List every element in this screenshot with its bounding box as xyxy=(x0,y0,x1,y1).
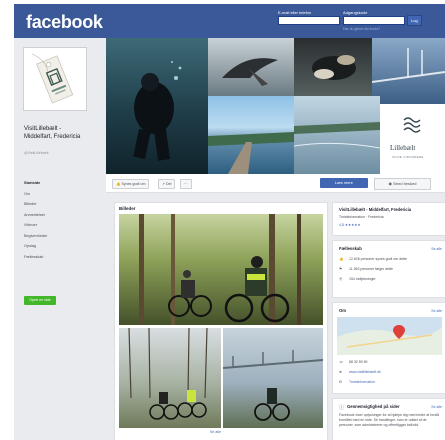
waves-logo-icon xyxy=(403,117,421,133)
nav-item[interactable]: Fællesskab xyxy=(24,252,86,263)
learn-more-button[interactable]: Læs mere xyxy=(320,178,368,188)
like-label: Synes godt om xyxy=(121,182,146,186)
cover-tile-bird xyxy=(208,38,294,96)
website-link[interactable]: www.visitlillebaelt.dk xyxy=(349,370,381,374)
top-bar: facebook E-mail eller telefon Adgangskod… xyxy=(14,4,445,38)
community-title: Fællesskab xyxy=(339,246,362,251)
page-name[interactable]: VisitLillebælt - Middelfart, Fredericia xyxy=(24,126,90,141)
page-category: Turistinformation · Fredericia xyxy=(339,215,384,219)
pier-image xyxy=(208,132,294,174)
nav-item[interactable]: Opslag xyxy=(24,241,86,252)
profile-picture[interactable] xyxy=(24,48,86,110)
follow-icon: ⚑ xyxy=(339,267,343,271)
nav-item[interactable]: Videoer xyxy=(24,220,86,231)
oysters-image xyxy=(312,55,356,80)
star-icon: ★★★★★ xyxy=(344,223,361,227)
page-handle: @VisitLillebaelt xyxy=(24,151,49,155)
community-card: Fællesskab Se alle 👍 12.626 personer syn… xyxy=(332,240,445,298)
cover-tile-diver xyxy=(106,38,208,174)
facebook-page: facebook E-mail eller telefon Adgangskod… xyxy=(14,4,445,440)
photos-card: Billeder Se alle xyxy=(114,202,328,440)
left-column: VisitLillebælt - Middelfart, Fredericia … xyxy=(14,38,94,440)
tag-logo-image xyxy=(26,50,84,108)
email-label: E-mail eller telefon xyxy=(278,10,312,15)
rating: 4,8 ★★★★★ xyxy=(339,223,361,227)
nav-item[interactable]: Startside xyxy=(24,178,86,189)
diver-image xyxy=(133,61,182,161)
page-info-title[interactable]: VisitLillebælt - Middelfart, Fredericia xyxy=(339,207,443,212)
cover-tile-sea xyxy=(294,96,380,174)
password-label: Adgangskode xyxy=(343,10,368,15)
nav-item[interactable]: Billeder xyxy=(24,199,86,210)
forgot-account-link[interactable]: Har du glemt din konto? xyxy=(343,27,380,31)
thumbs-up-icon: 👍 xyxy=(116,182,121,186)
page-action-bar: 👍 Synes godt om ↗ Del ··· Læs mere ◉ Sen… xyxy=(106,174,445,193)
transparency-text: Facebook viser oplysninger for at hjælpe… xyxy=(339,413,439,427)
brand-panel: Lillebælt VILDE VIDUNDERE xyxy=(380,104,445,174)
transparency-title: Gennemsigtighed på sider xyxy=(347,404,400,409)
facebook-logo[interactable]: facebook xyxy=(26,12,103,33)
cover-tile-oysters xyxy=(294,38,372,96)
cyclists-forest-image xyxy=(139,214,301,325)
map-preview[interactable] xyxy=(337,317,442,355)
map-image xyxy=(337,325,442,355)
photo-cyclists-road[interactable] xyxy=(119,328,221,428)
globe-icon: ⊕ xyxy=(339,370,342,374)
sea-image xyxy=(294,122,380,149)
checkin-icon: ⦿ xyxy=(339,277,343,281)
phone-number: 88 32 59 59 xyxy=(349,360,368,364)
phone-icon: ☏ xyxy=(339,360,344,364)
share-label: Del xyxy=(166,182,172,186)
bird-image xyxy=(222,58,278,86)
photo-cyclist-bridge[interactable] xyxy=(223,328,323,428)
send-message-button[interactable]: ◉ Send besked xyxy=(374,178,431,190)
nav-item[interactable]: Begivenheder xyxy=(24,231,86,242)
rating-value: 4,8 xyxy=(339,223,344,227)
checkins-count: 154 indtjekninger xyxy=(349,277,376,281)
login-button[interactable]: Log xyxy=(407,15,422,26)
tag-icon: ⊟ xyxy=(339,380,342,384)
cyclists-road-image xyxy=(128,328,208,420)
photo-cyclists-forest[interactable] xyxy=(119,214,323,325)
cover-tile-bridge xyxy=(372,38,445,104)
password-field[interactable] xyxy=(343,16,405,25)
nav-item[interactable]: Anmeldelser xyxy=(24,210,86,221)
transparency-see-all[interactable]: Se alle xyxy=(431,405,442,409)
likes-count: 12.626 personer synes godt om dette xyxy=(349,257,407,261)
share-icon: ↗ xyxy=(162,182,166,186)
send-label: Send besked xyxy=(393,181,417,186)
page-info-card: VisitLillebælt - Middelfart, Fredericia … xyxy=(332,202,445,236)
cyclist-bridge-image xyxy=(223,350,323,421)
like-button[interactable]: 👍 Synes godt om xyxy=(112,179,150,189)
transparency-card: ⓘ Gennemsigtighed på sider Se alle Faceb… xyxy=(332,398,445,440)
cover-tile-pier xyxy=(208,96,294,174)
about-title: Om xyxy=(339,308,346,313)
photos-title: Billeder xyxy=(119,206,136,211)
create-page-button[interactable]: Opret en side xyxy=(24,296,56,305)
thumbs-up-icon: 👍 xyxy=(339,257,344,261)
about-card: Om Se alle ☏ 88 32 59 59 ⊕ www.visitlill… xyxy=(332,302,445,394)
community-see-all[interactable]: Se alle xyxy=(431,247,442,251)
cover-photo[interactable]: Lillebælt VILDE VIDUNDERE xyxy=(106,38,445,174)
info-icon: ⓘ xyxy=(339,405,345,411)
share-button[interactable]: ↗ Del xyxy=(158,179,176,189)
bridge-image xyxy=(372,48,445,83)
brand-name: Lillebælt xyxy=(390,144,416,152)
see-all-photos-link[interactable]: Se alle xyxy=(210,430,221,434)
category-link[interactable]: Turistinformation xyxy=(349,380,375,384)
nav-item[interactable]: Om xyxy=(24,189,86,200)
more-button[interactable]: ··· xyxy=(180,179,192,189)
email-field[interactable] xyxy=(278,16,340,25)
follows-count: 11.363 personer følger dette xyxy=(349,267,393,271)
page-nav: Startside Om Billeder Anmeldelser Videoe… xyxy=(24,178,86,262)
about-see-all[interactable]: Se alle xyxy=(431,309,442,313)
brand-subtitle: VILDE VIDUNDERE xyxy=(392,155,424,159)
messenger-icon: ◉ xyxy=(388,181,393,186)
